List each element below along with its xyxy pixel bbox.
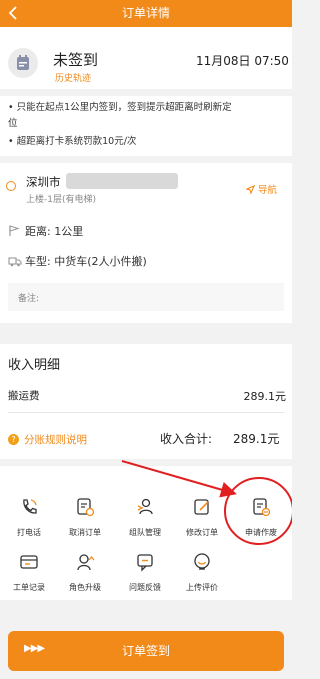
edit-order-icon bbox=[194, 499, 209, 515]
review-upload-icon bbox=[194, 553, 210, 570]
distance-info: 距离: 1公里 bbox=[25, 225, 84, 238]
cancel-order-button[interactable]: 取消订单 bbox=[57, 497, 113, 547]
vehicle-info: 车型: 中货车(2人小件搬) bbox=[25, 255, 147, 268]
status-avatar bbox=[8, 48, 38, 78]
void-request-icon bbox=[253, 498, 271, 517]
feedback-button[interactable]: 问题反馈 bbox=[117, 552, 173, 602]
page-title: 订单详情 bbox=[121, 6, 170, 20]
history-track-link[interactable]: 历史轨迹 bbox=[55, 71, 91, 84]
split-rules-link[interactable]: 分账规则说明 bbox=[24, 432, 87, 447]
action-label: 修改订单 bbox=[186, 528, 218, 537]
team-management-button[interactable]: 组队管理 bbox=[117, 497, 173, 547]
notice-line: • 超距离打卡系统罚款10元/次 bbox=[8, 136, 137, 147]
role-upgrade-button[interactable]: 角色升级 bbox=[57, 552, 113, 602]
action-label: 上传评价 bbox=[186, 583, 218, 592]
top-bar: 订单详情 bbox=[0, 0, 292, 27]
cancel-order-icon bbox=[77, 498, 95, 517]
truck-icon bbox=[8, 257, 22, 267]
action-label: 申请作废 bbox=[245, 528, 277, 537]
feedback-icon bbox=[137, 554, 153, 572]
edit-order-button[interactable]: 修改订单 bbox=[174, 497, 230, 547]
fee-value: 289.1元 bbox=[243, 390, 287, 403]
sign-in-status: 未签到 bbox=[53, 51, 99, 69]
flag-icon bbox=[9, 225, 20, 236]
address-redacted bbox=[66, 173, 178, 189]
total-label: 收入合计: bbox=[160, 432, 213, 446]
action-label: 问题反馈 bbox=[129, 583, 161, 592]
phone-icon bbox=[23, 499, 37, 514]
notice-line: • 只能在起点1公里内签到，签到提示超距离时刷新定 bbox=[8, 102, 232, 113]
address-city: 深圳市 bbox=[26, 175, 61, 189]
navigation-arrow-icon bbox=[245, 184, 256, 195]
divider bbox=[8, 412, 284, 413]
team-icon bbox=[137, 498, 153, 515]
remark-label: 备注: bbox=[18, 294, 40, 304]
action-label: 组队管理 bbox=[129, 528, 161, 537]
action-label: 取消订单 bbox=[69, 528, 101, 537]
notice-line: 位 bbox=[8, 118, 18, 129]
sign-in-button[interactable]: ▶▶▶ 订单签到 bbox=[8, 631, 284, 671]
action-label: 工单记录 bbox=[13, 583, 45, 592]
origin-dot-icon bbox=[6, 181, 16, 191]
fee-label: 搬运费 bbox=[8, 390, 40, 402]
total-value: 289.1元 bbox=[233, 432, 280, 446]
action-label: 打电话 bbox=[17, 528, 41, 537]
question-icon: ? bbox=[8, 434, 19, 445]
order-time: 11月08日 07:50 bbox=[196, 54, 289, 68]
floor-info: 上楼-1层(有电梯) bbox=[26, 195, 96, 205]
calendar-icon bbox=[17, 55, 29, 70]
ticket-record-icon bbox=[20, 555, 38, 569]
request-void-button[interactable]: 申请作废 bbox=[233, 497, 289, 547]
call-button[interactable]: 打电话 bbox=[1, 497, 57, 547]
ticket-record-button[interactable]: 工单记录 bbox=[1, 552, 57, 602]
navigate-label: 导航 bbox=[258, 185, 278, 196]
action-label: 角色升级 bbox=[69, 583, 101, 592]
navigate-button[interactable]: 导航 bbox=[245, 182, 278, 196]
upload-review-button[interactable]: 上传评价 bbox=[174, 552, 230, 602]
role-upgrade-icon bbox=[77, 554, 95, 571]
remark-field[interactable]: 备注: bbox=[8, 283, 284, 311]
income-title: 收入明细 bbox=[8, 358, 61, 373]
sign-in-label: 订单签到 bbox=[121, 644, 170, 658]
